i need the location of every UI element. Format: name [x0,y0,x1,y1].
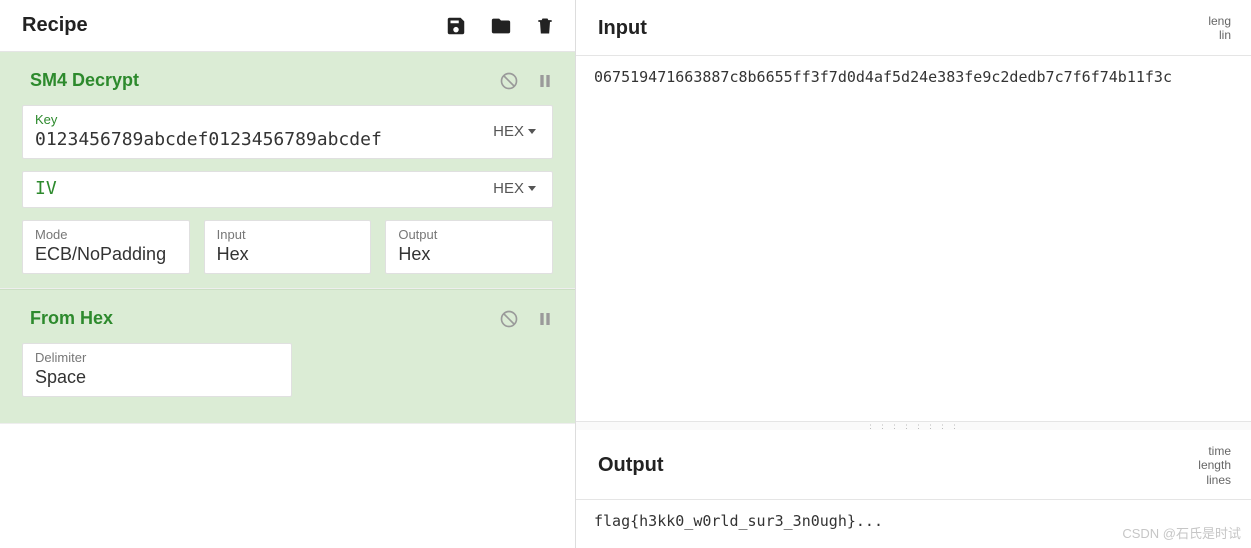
operation-title: From Hex [30,308,113,329]
iv-field[interactable]: IV HEX [22,171,553,208]
recipe-title: Recipe [22,14,88,37]
input-fmt-field[interactable]: Input Hex [204,220,372,274]
recipe-header: Recipe [0,0,575,52]
output-fmt-field[interactable]: Output Hex [385,220,553,274]
key-encoding-label: HEX [493,123,524,140]
output-fmt-label: Output [398,227,437,242]
output-title: Output [598,454,664,477]
input-fmt-value: Hex [217,244,249,265]
input-fmt-label: Input [217,227,246,242]
disable-icon[interactable] [499,71,519,91]
mode-field[interactable]: Mode ECB/NoPadding [22,220,190,274]
input-meta-lines: lin [1208,28,1231,42]
delimiter-label: Delimiter [35,350,86,365]
delimiter-value: Space [35,367,86,388]
folder-icon[interactable] [489,15,513,37]
key-value: 0123456789abcdef0123456789abcdef [35,129,493,150]
iv-encoding-label: HEX [493,180,524,197]
mode-label: Mode [35,227,68,242]
pause-icon[interactable] [537,72,553,90]
input-title: Input [598,17,647,40]
output-textarea: flag{h3kk0_w0rld_sur3_3n0ugh}... [576,500,1251,548]
pause-icon[interactable] [537,310,553,328]
chevron-down-icon [528,129,536,134]
iv-encoding-select[interactable]: HEX [493,180,540,197]
io-panel: Input leng lin 067519471663887c8b6655ff3… [576,0,1251,548]
mode-value: ECB/NoPadding [35,244,166,265]
input-textarea[interactable]: 067519471663887c8b6655ff3f7d0d4af5d24e38… [576,56,1251,421]
disable-icon[interactable] [499,309,519,329]
operation-sm4-decrypt: SM4 Decrypt Key 0123456789abcdef01234567… [0,52,575,289]
key-encoding-select[interactable]: HEX [493,123,540,140]
output-meta-time: time [1198,444,1231,458]
operation-title: SM4 Decrypt [30,70,139,91]
output-fmt-value: Hex [398,244,430,265]
output-meta-length: length [1198,458,1231,472]
output-meta: time length lines [1198,444,1231,487]
output-meta-lines: lines [1198,473,1231,487]
input-meta-length: leng [1208,14,1231,28]
operation-from-hex: From Hex Delimiter Space [0,289,575,424]
input-pane: Input leng lin 067519471663887c8b6655ff3… [576,0,1251,422]
iv-label: IV [35,178,493,199]
key-label: Key [35,112,493,127]
chevron-down-icon [528,186,536,191]
resize-grip[interactable]: ⋮⋮⋮⋮⋮⋮⋮⋮ [576,422,1251,430]
output-pane: Output time length lines flag{h3kk0_w0rl… [576,430,1251,548]
input-meta: leng lin [1208,14,1231,43]
key-field[interactable]: Key 0123456789abcdef0123456789abcdef HEX [22,105,553,159]
recipe-panel: Recipe SM4 Decrypt [0,0,576,548]
save-icon[interactable] [445,15,467,37]
trash-icon[interactable] [535,15,555,37]
delimiter-field[interactable]: Delimiter Space [22,343,292,397]
